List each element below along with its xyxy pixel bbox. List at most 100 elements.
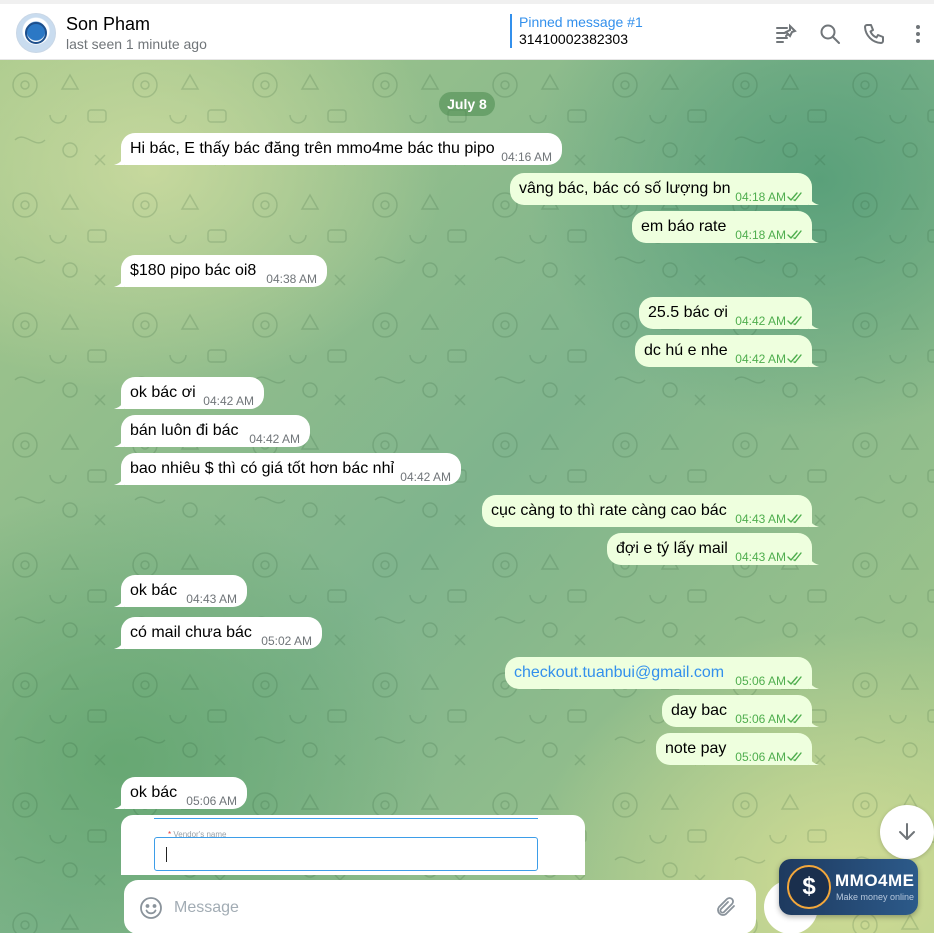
message-time: 04:42 AM (735, 314, 786, 328)
message-text: có mail chưa bác (130, 624, 252, 641)
avatar-logo-ring (25, 22, 47, 44)
incoming-message[interactable]: ok bác 04:43 AM (114, 575, 247, 607)
bubble-tail (114, 595, 124, 607)
bubble-tail (114, 473, 124, 485)
read-double-check-icon (787, 514, 802, 524)
bubble-tail (809, 515, 819, 527)
outgoing-message[interactable]: dc hú e nhe 04:42 AM (635, 335, 819, 367)
message-time: 04:43 AM (186, 592, 237, 606)
bubble-tail (809, 553, 819, 565)
message-time: 04:42 AM (249, 432, 300, 446)
incoming-message[interactable]: có mail chưa bác 05:02 AM (114, 617, 322, 649)
message-time: 04:42 AM (203, 394, 254, 408)
chat-header: Son Pham last seen 1 minute ago Pinned m… (0, 0, 934, 60)
read-double-check-icon (787, 230, 802, 240)
avatar[interactable] (16, 13, 56, 53)
message-time: 04:18 AM (735, 190, 786, 204)
message-text: ok bác ơi (130, 384, 196, 401)
read-double-check-icon (787, 714, 802, 724)
outgoing-message[interactable]: vâng bác, bác có số lượng bn 04:18 AM (510, 173, 819, 205)
message-time: 05:06 AM (735, 712, 786, 726)
outgoing-message[interactable]: 25.5 bác ơi 04:42 AM (639, 297, 819, 329)
message-text: day bac (671, 702, 728, 719)
bubble-tail (114, 637, 124, 649)
message-time: 04:42 AM (400, 470, 451, 484)
bubble-tail (114, 275, 124, 287)
message-input[interactable] (174, 894, 694, 922)
pinned-message-text: 31410002382303 (519, 31, 629, 47)
message-time: 04:43 AM (735, 550, 786, 564)
message-text: Hi bác, E thấy bác đăng trên mmo4me bác … (130, 140, 495, 157)
image-message-preview[interactable]: * Vendor's name (121, 815, 585, 875)
bubble-tail (809, 193, 819, 205)
message-text: đợi e tý lấy mail (616, 540, 728, 557)
bubble-tail (114, 797, 124, 809)
outgoing-message[interactable]: note pay 05:06 AM (656, 733, 819, 765)
message-text: cục càng to thì rate càng cao bác (491, 502, 727, 519)
bubble-tail (114, 435, 124, 447)
outgoing-message[interactable]: cục càng to thì rate càng cao bác 04:43 A… (482, 495, 819, 527)
message-text: vâng bác, bác có số lượng bn (519, 180, 731, 197)
bubble-tail (114, 397, 124, 409)
last-seen-status: last seen 1 minute ago (66, 36, 207, 52)
bubble-tail (809, 355, 819, 367)
message-composer (124, 880, 756, 933)
phone-icon[interactable] (862, 22, 886, 46)
read-double-check-icon (787, 752, 802, 762)
incoming-message[interactable]: $180 pipo bác oi8 04:38 AM (114, 255, 327, 287)
mmo4me-watermark: $ MMO4ME Make money online (779, 859, 918, 915)
incoming-message[interactable]: bao nhiêu $ thì có giá tốt hơn bác nhỉ 04… (114, 453, 461, 485)
form-field-border (154, 815, 538, 819)
more-vertical-icon[interactable] (906, 22, 930, 46)
message-time: 04:42 AM (735, 352, 786, 366)
message-text: ok bác (130, 784, 178, 801)
message-text: ok bác (130, 582, 178, 599)
message-text: bán luôn đi bác (130, 422, 239, 439)
message-text: dc hú e nhe (644, 342, 728, 359)
message-time: 04:38 AM (266, 272, 317, 286)
message-text: bao nhiêu $ thì có giá tốt hơn bác nhỉ (130, 460, 395, 477)
pinned-list-icon[interactable] (774, 22, 798, 46)
search-icon[interactable] (818, 22, 842, 46)
arrow-down-icon (899, 823, 915, 840)
bubble-tail (809, 677, 819, 689)
incoming-message[interactable]: Hi bác, E thấy bác đăng trên mmo4me bác … (114, 133, 562, 165)
read-double-check-icon (787, 316, 802, 326)
message-time: 04:16 AM (501, 150, 552, 164)
message-time: 05:06 AM (186, 794, 237, 808)
message-text: $180 pipo bác oi8 (130, 262, 257, 279)
message-link[interactable]: checkout.tuanbui@gmail.com (514, 664, 724, 681)
incoming-message[interactable]: ok bác ơi 04:42 AM (114, 377, 264, 409)
attach-icon[interactable] (714, 895, 738, 919)
read-double-check-icon (787, 354, 802, 364)
bubble-tail (809, 317, 819, 329)
bubble-tail (809, 715, 819, 727)
outgoing-message[interactable]: checkout.tuanbui@gmail.com 05:06 AM (505, 657, 819, 689)
outgoing-message[interactable]: đợi e tý lấy mail 04:43 AM (607, 533, 819, 565)
incoming-message[interactable]: ok bác 05:06 AM (114, 777, 247, 809)
incoming-message[interactable]: bán luôn đi bác 04:42 AM (114, 415, 310, 447)
contact-name[interactable]: Son Pham (66, 14, 150, 35)
chat-area[interactable]: July 8 Hi bác, E thấy bác đăng trên mmo4… (0, 60, 934, 933)
watermark-name: MMO4ME (835, 871, 915, 890)
date-separator[interactable]: July 8 (439, 92, 495, 116)
vendor-name-field (154, 837, 538, 871)
outgoing-message[interactable]: em báo rate 04:18 AM (632, 211, 819, 243)
read-double-check-icon (787, 552, 802, 562)
message-text: em báo rate (641, 218, 727, 235)
emoji-icon[interactable] (139, 896, 163, 920)
message-time: 05:06 AM (735, 674, 786, 688)
watermark-tagline: Make money online (836, 892, 915, 902)
text-caret (166, 847, 167, 862)
bubble-tail (809, 231, 819, 243)
outgoing-message[interactable]: day bac 05:06 AM (662, 695, 819, 727)
read-double-check-icon (787, 192, 802, 202)
scroll-to-bottom-button[interactable] (880, 805, 934, 859)
message-time: 04:18 AM (735, 228, 786, 242)
message-time: 05:02 AM (261, 634, 312, 648)
pinned-message[interactable]: Pinned message #1 31410002382303 (510, 14, 643, 48)
message-time: 04:43 AM (735, 512, 786, 526)
mmo4me-logo-icon: $ (787, 865, 831, 909)
message-text: note pay (665, 740, 727, 757)
bubble-tail (114, 153, 124, 165)
